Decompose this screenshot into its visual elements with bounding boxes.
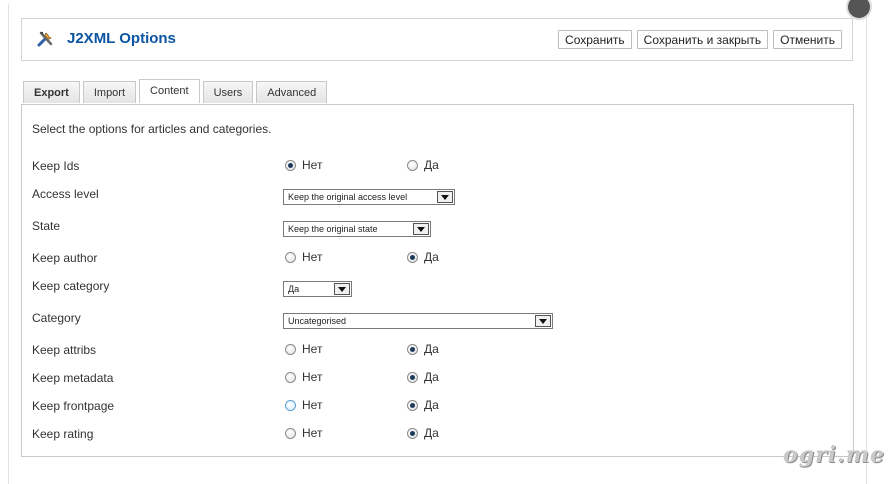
intro-text: Select the options for articles and cate… [32, 122, 272, 136]
radio-label: Нет [302, 342, 323, 356]
radio-label: Нет [302, 158, 323, 172]
radio-label: Да [424, 398, 439, 412]
state-label: State [32, 219, 61, 233]
header-bar: J2XML Options Сохранить Сохранить и закр… [21, 18, 853, 61]
tab-export[interactable]: Export [23, 81, 80, 103]
tab-advanced[interactable]: Advanced [256, 81, 328, 103]
row-keep-attribs: Keep attribs Нет Да [22, 342, 852, 361]
row-keep-author: Keep author Нет Да [22, 250, 852, 269]
keep-attribs-yes-option[interactable]: Да [407, 342, 439, 356]
cancel-button[interactable]: Отменить [773, 30, 842, 49]
chevron-down-icon[interactable] [413, 223, 429, 235]
keep-frontpage-label: Keep frontpage [32, 399, 115, 413]
chevron-down-icon[interactable] [334, 283, 350, 295]
toolbar: Сохранить Сохранить и закрыть Отменить [558, 30, 842, 49]
access-level-select[interactable]: Keep the original access level [283, 189, 455, 205]
keep-ids-yes-option[interactable]: Да [407, 158, 439, 172]
radio-unchecked-icon[interactable] [285, 399, 296, 411]
save-button[interactable]: Сохранить [558, 30, 632, 49]
radio-label: Да [424, 426, 439, 440]
access-level-label: Access level [32, 187, 99, 201]
keep-metadata-label: Keep metadata [32, 371, 114, 385]
keep-category-value: Да [288, 284, 300, 294]
category-select[interactable]: Uncategorised [283, 313, 553, 329]
radio-checked-icon[interactable] [285, 159, 296, 171]
radio-unchecked-icon[interactable] [285, 427, 296, 439]
page-title: J2XML Options [67, 30, 176, 47]
category-label: Category [32, 311, 81, 325]
category-value: Uncategorised [288, 316, 347, 326]
keep-rating-label: Keep rating [32, 427, 94, 441]
row-keep-rating: Keep rating Нет Да [22, 426, 852, 445]
radio-label: Да [424, 250, 439, 264]
tab-content[interactable]: Content [139, 79, 200, 103]
row-access-level: Access level Keep the original access le… [22, 187, 852, 205]
close-icon[interactable] [846, 0, 872, 20]
keep-author-label: Keep author [32, 251, 98, 265]
row-keep-ids: Keep Ids Нет Да [22, 158, 852, 177]
chevron-down-icon[interactable] [535, 315, 551, 327]
radio-label: Нет [302, 370, 323, 384]
keep-category-label: Keep category [32, 279, 110, 293]
content-panel: Select the options for articles and cate… [21, 104, 854, 457]
radio-label: Да [424, 342, 439, 356]
radio-unchecked-icon[interactable] [285, 251, 296, 263]
keep-rating-yes-option[interactable]: Да [407, 426, 439, 440]
radio-label: Нет [302, 398, 323, 412]
tab-bar: Export Import Content Users Advanced [23, 79, 328, 103]
keep-category-select[interactable]: Да [283, 281, 352, 297]
radio-label: Нет [302, 250, 323, 264]
access-level-value: Keep the original access level [288, 192, 408, 202]
radio-unchecked-icon[interactable] [285, 343, 296, 355]
keep-ids-no-option[interactable]: Нет [285, 158, 322, 172]
row-keep-frontpage: Keep frontpage Нет Да [22, 398, 852, 417]
keep-author-yes-option[interactable]: Да [407, 250, 439, 264]
radio-label: Да [424, 158, 439, 172]
chevron-down-icon[interactable] [437, 191, 453, 203]
state-value: Keep the original state [288, 224, 378, 234]
radio-unchecked-icon[interactable] [285, 371, 296, 383]
keep-frontpage-no-option[interactable]: Нет [285, 398, 322, 412]
save-close-button[interactable]: Сохранить и закрыть [636, 30, 769, 49]
radio-label: Нет [302, 426, 323, 440]
radio-checked-icon[interactable] [407, 399, 418, 411]
keep-author-no-option[interactable]: Нет [285, 250, 322, 264]
watermark: ogri.me [783, 442, 885, 468]
tab-import[interactable]: Import [82, 81, 137, 103]
keep-metadata-yes-option[interactable]: Да [407, 370, 439, 384]
tools-icon [37, 31, 53, 47]
radio-label: Да [424, 370, 439, 384]
keep-ids-label: Keep Ids [32, 159, 80, 173]
radio-checked-icon[interactable] [407, 371, 418, 383]
keep-attribs-label: Keep attribs [32, 343, 97, 357]
keep-rating-no-option[interactable]: Нет [285, 426, 322, 440]
row-keep-metadata: Keep metadata Нет Да [22, 370, 852, 389]
radio-checked-icon[interactable] [407, 251, 418, 263]
radio-checked-icon[interactable] [407, 343, 418, 355]
tab-users[interactable]: Users [202, 81, 254, 103]
state-select[interactable]: Keep the original state [283, 221, 431, 237]
radio-checked-icon[interactable] [407, 427, 418, 439]
row-state: State Keep the original state [22, 219, 852, 237]
row-keep-category: Keep category Да [22, 279, 852, 297]
keep-metadata-no-option[interactable]: Нет [285, 370, 322, 384]
radio-unchecked-icon[interactable] [407, 159, 418, 171]
row-category: Category Uncategorised [22, 311, 852, 329]
keep-attribs-no-option[interactable]: Нет [285, 342, 322, 356]
keep-frontpage-yes-option[interactable]: Да [407, 398, 439, 412]
